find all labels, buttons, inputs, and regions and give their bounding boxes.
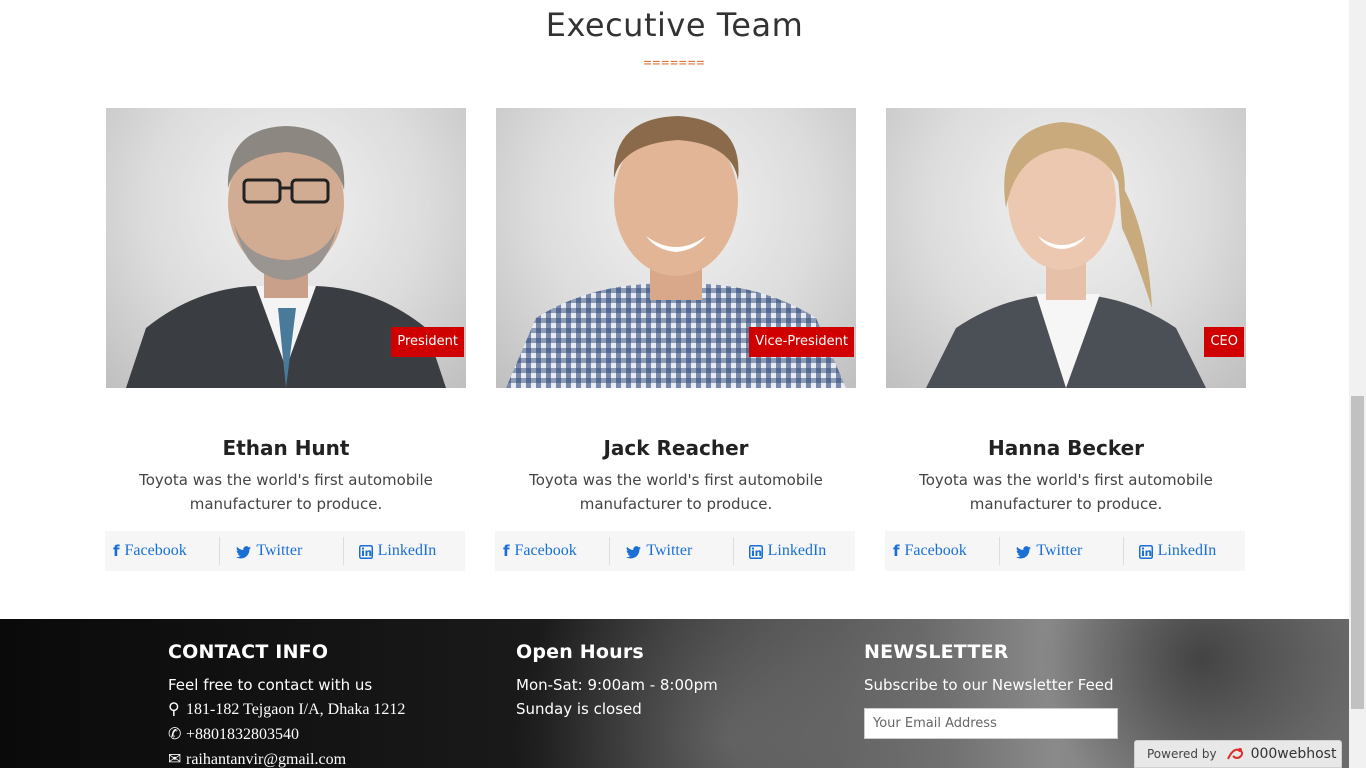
facebook-link[interactable]: f Facebook — [495, 537, 611, 565]
twitter-label: Twitter — [256, 542, 303, 559]
twitter-icon — [626, 542, 642, 561]
linkedin-icon — [748, 542, 763, 561]
portrait-woman — [926, 122, 1206, 388]
facebook-label: Facebook — [904, 542, 967, 559]
vertical-scrollbar[interactable] — [1349, 0, 1366, 768]
section-title: Executive Team — [545, 6, 804, 44]
linkedin-icon — [1138, 542, 1153, 561]
twitter-label: Twitter — [1036, 542, 1083, 559]
000webhost-logo-icon — [1226, 748, 1243, 760]
twitter-link[interactable]: Twitter — [220, 537, 344, 565]
facebook-icon: f — [113, 542, 120, 560]
hours-sunday: Sunday is closed — [516, 700, 642, 718]
role-badge: President — [391, 327, 464, 357]
title-divider: ======= — [643, 56, 706, 71]
address-text: 181-182 Tejgaon I/A, Dhaka 1212 — [186, 701, 406, 718]
twitter-label: Twitter — [646, 542, 693, 559]
linkedin-label: LinkedIn — [1157, 542, 1217, 559]
contact-phone: ✆ +8801832803540 — [168, 722, 405, 747]
facebook-link[interactable]: f Facebook — [885, 537, 1001, 565]
role-badge: CEO — [1204, 327, 1244, 357]
social-links: f Facebook Twitter LinkedIn — [495, 531, 855, 571]
newsletter-email-input[interactable] — [864, 708, 1118, 739]
phone-text: +8801832803540 — [186, 726, 300, 743]
linkedin-link[interactable]: LinkedIn — [344, 537, 465, 565]
host-badge-prefix: Powered by — [1147, 747, 1217, 761]
member-name: Ethan Hunt — [222, 436, 350, 460]
contact-intro: Feel free to contact with us — [168, 676, 373, 694]
newsletter-heading: NEWSLETTER — [864, 641, 1009, 663]
team-photo: CEO — [886, 108, 1246, 388]
member-description: Toyota was the world's first automobile … — [919, 471, 1213, 513]
facebook-icon: f — [503, 542, 510, 560]
email-text: raihantanvir@gmail.com — [186, 751, 347, 768]
member-name: Jack Reacher — [603, 436, 749, 460]
linkedin-label: LinkedIn — [377, 542, 437, 559]
team-card: President Ethan Hunt Toyota was the worl… — [105, 108, 466, 571]
scrollbar-thumb[interactable] — [1351, 396, 1364, 709]
open-hours-column: Open Hours Mon-Sat: 9:00am - 8:00pm Sund… — [516, 641, 718, 721]
member-description: Toyota was the world's first automobile … — [529, 471, 823, 513]
hours-weekdays: Mon-Sat: 9:00am - 8:00pm — [516, 676, 718, 694]
facebook-label: Facebook — [124, 542, 187, 559]
phone-icon: ✆ — [168, 724, 182, 743]
newsletter-subtitle: Subscribe to our Newsletter Feed — [864, 676, 1114, 694]
twitter-link[interactable]: Twitter — [1000, 537, 1124, 565]
member-name: Hanna Becker — [987, 436, 1145, 460]
social-links: f Facebook Twitter LinkedIn — [885, 531, 1245, 571]
facebook-label: Facebook — [514, 542, 577, 559]
social-links: f Facebook Twitter LinkedIn — [105, 531, 465, 571]
linkedin-icon — [358, 542, 373, 561]
page: Executive Team ======= President Ethan H… — [0, 0, 1349, 768]
contact-address: ⚲ 181-182 Tejgaon I/A, Dhaka 1212 — [168, 697, 405, 722]
contact-heading: CONTACT INFO — [168, 641, 329, 663]
team-photo: President — [106, 108, 466, 388]
host-badge[interactable]: Powered by 000webhost — [1134, 740, 1342, 768]
team-card: Vice-President Jack Reacher Toyota was t… — [495, 108, 856, 571]
role-badge: Vice-President — [749, 327, 854, 357]
twitter-icon — [1016, 542, 1032, 561]
hours-heading: Open Hours — [516, 641, 644, 663]
linkedin-link[interactable]: LinkedIn — [1124, 537, 1245, 565]
map-marker-icon: ⚲ — [168, 699, 180, 718]
newsletter-column: NEWSLETTER Subscribe to our Newsletter F… — [864, 641, 1118, 739]
envelope-icon: ✉ — [168, 749, 182, 768]
twitter-icon — [236, 542, 252, 561]
contact-email: ✉ raihantanvir@gmail.com — [168, 747, 405, 768]
facebook-icon: f — [893, 542, 900, 560]
facebook-link[interactable]: f Facebook — [105, 537, 221, 565]
linkedin-link[interactable]: LinkedIn — [734, 537, 855, 565]
contact-info-column: CONTACT INFO Feel free to contact with u… — [168, 641, 405, 768]
linkedin-label: LinkedIn — [767, 542, 827, 559]
member-description: Toyota was the world's first automobile … — [139, 471, 433, 513]
team-photo: Vice-President — [496, 108, 856, 388]
twitter-link[interactable]: Twitter — [610, 537, 734, 565]
team-card: CEO Hanna Becker Toyota was the world's … — [885, 108, 1246, 571]
host-badge-brand: 000webhost — [1250, 746, 1337, 762]
